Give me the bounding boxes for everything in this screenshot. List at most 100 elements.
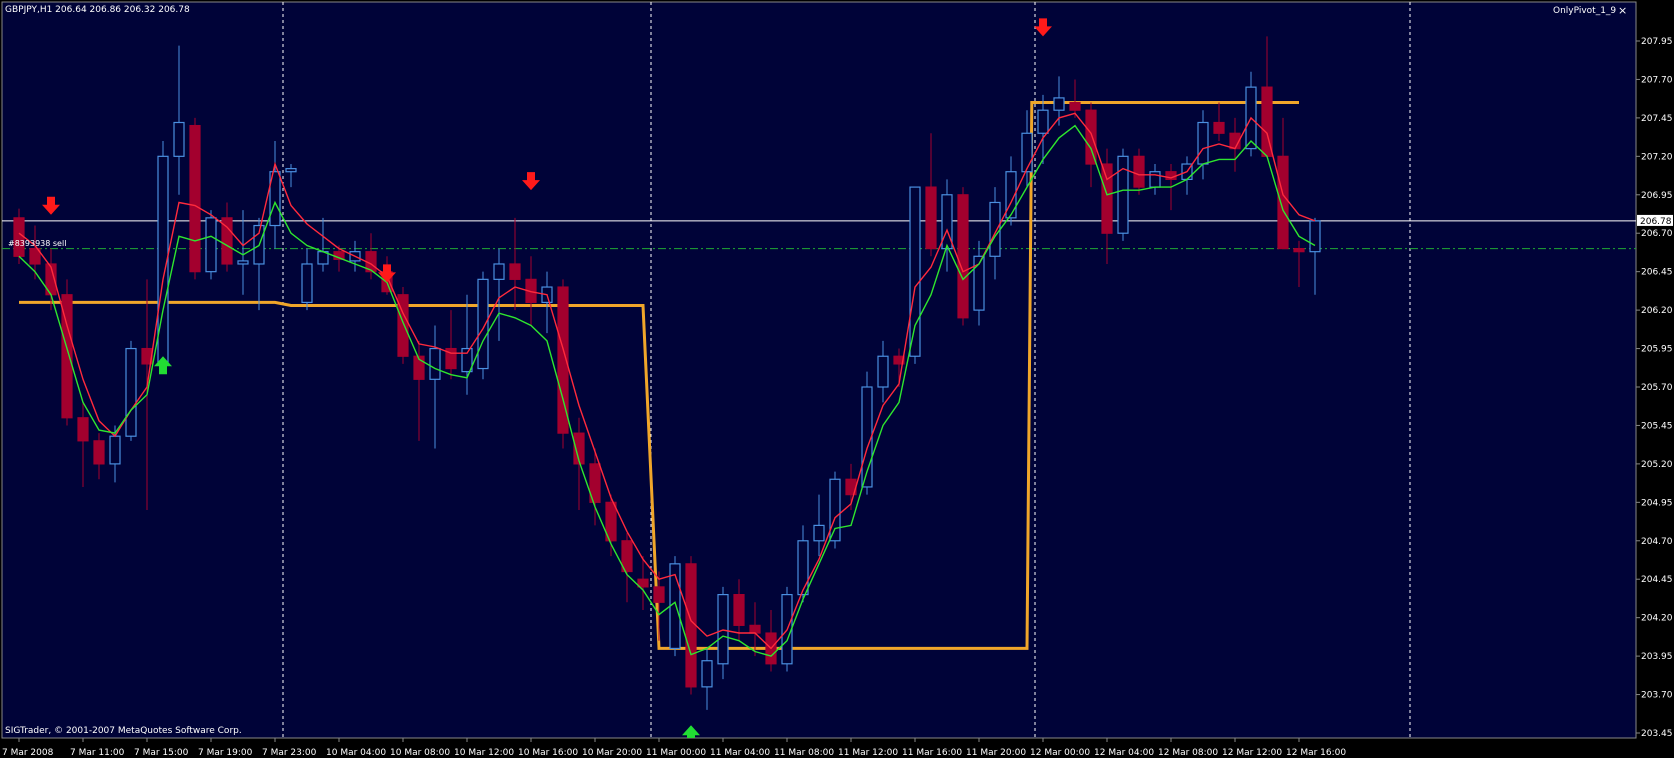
candle-body bbox=[1069, 101, 1081, 111]
time-tick-label: 12 Mar 12:00 bbox=[1222, 748, 1282, 758]
candle-body bbox=[877, 355, 889, 388]
candle-body bbox=[717, 593, 729, 665]
time-tick-label: 10 Mar 12:00 bbox=[454, 748, 514, 758]
plot-area bbox=[1, 1, 1637, 739]
price-tick-label: 203.95 bbox=[1641, 652, 1673, 662]
candle bbox=[157, 140, 169, 372]
candle-body bbox=[1037, 109, 1049, 134]
candle-body bbox=[925, 186, 937, 250]
candle-body bbox=[1133, 155, 1145, 188]
time-tick-label: 7 Mar 15:00 bbox=[134, 748, 189, 758]
price-tick-label: 206.20 bbox=[1641, 306, 1673, 316]
candle-body bbox=[509, 263, 521, 280]
indicator-name: OnlyPivot_1_9 bbox=[1553, 6, 1617, 16]
candle-body bbox=[173, 121, 185, 157]
time-tick-label: 10 Mar 04:00 bbox=[326, 748, 386, 758]
candle bbox=[861, 371, 873, 495]
time-tick-label: 7 Mar 11:00 bbox=[70, 748, 125, 758]
time-tick-label: 7 Mar 2008 bbox=[2, 748, 54, 758]
time-tick-label: 11 Mar 20:00 bbox=[966, 748, 1026, 758]
time-tick-label: 11 Mar 08:00 bbox=[774, 748, 834, 758]
order-label: #8393938 sell bbox=[8, 239, 67, 248]
time-tick-label: 12 Mar 16:00 bbox=[1286, 748, 1346, 758]
candle bbox=[189, 117, 201, 280]
candle bbox=[205, 210, 217, 280]
time-tick-label: 11 Mar 12:00 bbox=[838, 748, 898, 758]
time-tick-label: 11 Mar 16:00 bbox=[902, 748, 962, 758]
candle-body bbox=[989, 201, 1001, 257]
price-tick-label: 207.95 bbox=[1641, 37, 1673, 47]
candle bbox=[477, 271, 489, 380]
candle-body bbox=[109, 435, 121, 465]
candle bbox=[125, 340, 137, 441]
price-tick-label: 206.45 bbox=[1641, 268, 1673, 278]
candle-body bbox=[701, 660, 713, 688]
close-indicator-icon[interactable]: × bbox=[1618, 5, 1627, 16]
candle bbox=[669, 556, 681, 657]
price-tick-label: 207.45 bbox=[1641, 114, 1673, 124]
candle-body bbox=[429, 347, 441, 380]
candle bbox=[1117, 148, 1129, 241]
candle-body bbox=[1101, 163, 1113, 234]
price-tick-label: 207.70 bbox=[1641, 75, 1673, 85]
candle bbox=[957, 187, 969, 326]
candle-body bbox=[285, 168, 297, 173]
candle-body bbox=[301, 263, 313, 304]
candle-body bbox=[685, 563, 697, 688]
candle-body bbox=[205, 217, 217, 273]
price-tick-label: 203.70 bbox=[1641, 691, 1673, 701]
candle-body bbox=[125, 347, 137, 437]
candle bbox=[61, 279, 73, 426]
candle-body bbox=[813, 524, 825, 542]
price-tick-label: 205.20 bbox=[1641, 460, 1673, 470]
candle-body bbox=[1021, 132, 1033, 173]
candle-body bbox=[829, 478, 841, 542]
candle-body bbox=[749, 624, 761, 634]
price-tick-label: 204.45 bbox=[1641, 575, 1673, 585]
chart-window[interactable]: 207.95 207.70 207.45 207.20 206.95 206.70 206.… bbox=[0, 0, 1674, 758]
price-tick-label: 206.95 bbox=[1641, 191, 1673, 201]
candle bbox=[397, 287, 409, 364]
candle-body bbox=[77, 417, 89, 442]
time-tick-label: 10 Mar 08:00 bbox=[390, 748, 450, 758]
candle-body bbox=[733, 593, 745, 626]
candle-body bbox=[477, 278, 489, 370]
candle-body bbox=[1053, 97, 1065, 111]
current-price-label: 206.78 bbox=[1640, 217, 1672, 227]
price-tick-label: 203.45 bbox=[1641, 729, 1673, 739]
price-tick-label: 204.20 bbox=[1641, 614, 1673, 624]
price-tick-label: 205.45 bbox=[1641, 421, 1673, 431]
time-tick-label: 10 Mar 16:00 bbox=[518, 748, 578, 758]
candle-body bbox=[1277, 155, 1289, 250]
copyright-text: SIGTrader, © 2001-2007 MetaQuotes Softwa… bbox=[5, 726, 242, 736]
candle-body bbox=[493, 263, 505, 280]
candle-body bbox=[1293, 248, 1305, 253]
candle bbox=[685, 556, 697, 695]
candle-body bbox=[1309, 220, 1321, 253]
time-tick-label: 12 Mar 04:00 bbox=[1094, 748, 1154, 758]
candle-body bbox=[237, 260, 249, 265]
candle-body bbox=[653, 586, 665, 603]
price-tick-label: 204.95 bbox=[1641, 498, 1673, 508]
time-tick-label: 7 Mar 19:00 bbox=[198, 748, 253, 758]
candle-body bbox=[797, 540, 809, 596]
price-tick-label: 204.70 bbox=[1641, 537, 1673, 547]
candle-body bbox=[189, 124, 201, 273]
price-tick-label: 205.70 bbox=[1641, 383, 1673, 393]
price-tick-label: 206.70 bbox=[1641, 229, 1673, 239]
time-tick-label: 11 Mar 04:00 bbox=[710, 748, 770, 758]
candle-body bbox=[957, 194, 969, 319]
candle-body bbox=[93, 440, 105, 465]
candle bbox=[909, 186, 921, 364]
candle-body bbox=[1213, 121, 1225, 134]
symbol-header: GBPJPY,H1 206.64 206.86 206.32 206.78 bbox=[5, 5, 190, 15]
time-tick-label: 10 Mar 20:00 bbox=[582, 748, 642, 758]
candle-body bbox=[909, 186, 921, 357]
candle-body bbox=[1197, 121, 1209, 165]
time-tick-label: 12 Mar 08:00 bbox=[1158, 748, 1218, 758]
candle-body bbox=[1085, 109, 1097, 165]
candle bbox=[557, 279, 569, 449]
time-tick-label: 7 Mar 23:00 bbox=[262, 748, 317, 758]
price-chart[interactable]: 207.95 207.70 207.45 207.20 206.95 206.70 206.… bbox=[0, 0, 1674, 758]
price-tick-label: 205.95 bbox=[1641, 345, 1673, 355]
